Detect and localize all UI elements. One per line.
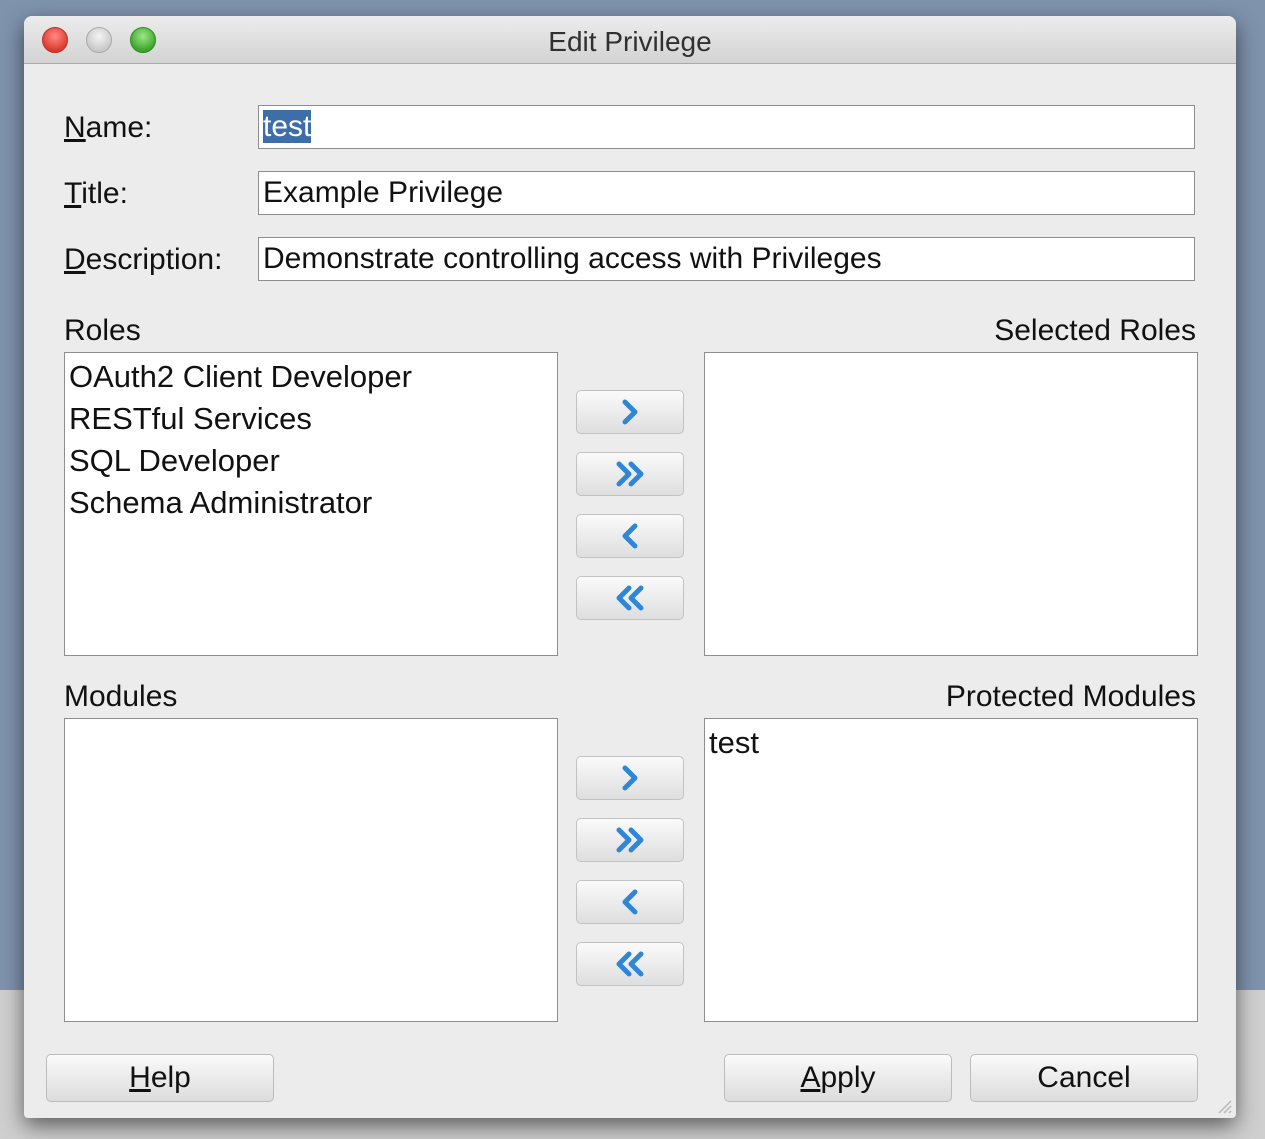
title-bar[interactable]: Edit Privilege [24,16,1236,64]
help-button[interactable]: Help [46,1054,274,1102]
roles-label: Roles [64,314,141,347]
name-input-value: test [263,110,312,143]
remove-all-modules-button[interactable] [576,942,684,986]
add-all-roles-button[interactable] [576,452,684,496]
list-item-role[interactable]: OAuth2 Client Developer [69,356,553,398]
selected-roles-list[interactable] [704,352,1198,656]
edit-privilege-dialog: Edit Privilege Name: test Title: Example… [24,16,1236,1118]
chevron-right-icon [622,399,638,425]
apply-button[interactable]: Apply [724,1054,952,1102]
list-item-module[interactable]: test [709,722,1193,764]
cancel-button[interactable]: Cancel [970,1054,1198,1102]
dialog-title: Edit Privilege [548,26,712,57]
remove-module-button[interactable] [576,880,684,924]
modules-list[interactable] [64,718,558,1022]
chevron-left-icon [622,523,638,549]
double-chevron-right-icon [616,461,644,487]
resize-grip-icon[interactable] [1214,1096,1232,1114]
chevron-left-icon [622,889,638,915]
add-all-modules-button[interactable] [576,818,684,862]
protected-modules-list[interactable]: test [704,718,1198,1022]
name-input[interactable]: test [258,105,1195,149]
list-item-role[interactable]: SQL Developer [69,440,553,482]
name-label: Name: [64,111,153,144]
add-module-button[interactable] [576,756,684,800]
roles-list[interactable]: OAuth2 Client Developer RESTful Services… [64,352,558,656]
chevron-right-icon [622,765,638,791]
remove-all-roles-button[interactable] [576,576,684,620]
add-role-button[interactable] [576,390,684,434]
list-item-role[interactable]: Schema Administrator [69,482,553,524]
modules-label: Modules [64,680,178,713]
protected-modules-label: Protected Modules [945,680,1196,713]
selected-roles-label: Selected Roles [994,314,1196,347]
double-chevron-left-icon [616,585,644,611]
title-input[interactable]: Example Privilege [258,171,1195,215]
title-label: Title: [64,177,128,210]
remove-role-button[interactable] [576,514,684,558]
double-chevron-right-icon [616,827,644,853]
description-label: Description: [64,243,223,276]
list-item-role[interactable]: RESTful Services [69,398,553,440]
double-chevron-left-icon [616,951,644,977]
description-input[interactable]: Demonstrate controlling access with Priv… [258,237,1195,281]
